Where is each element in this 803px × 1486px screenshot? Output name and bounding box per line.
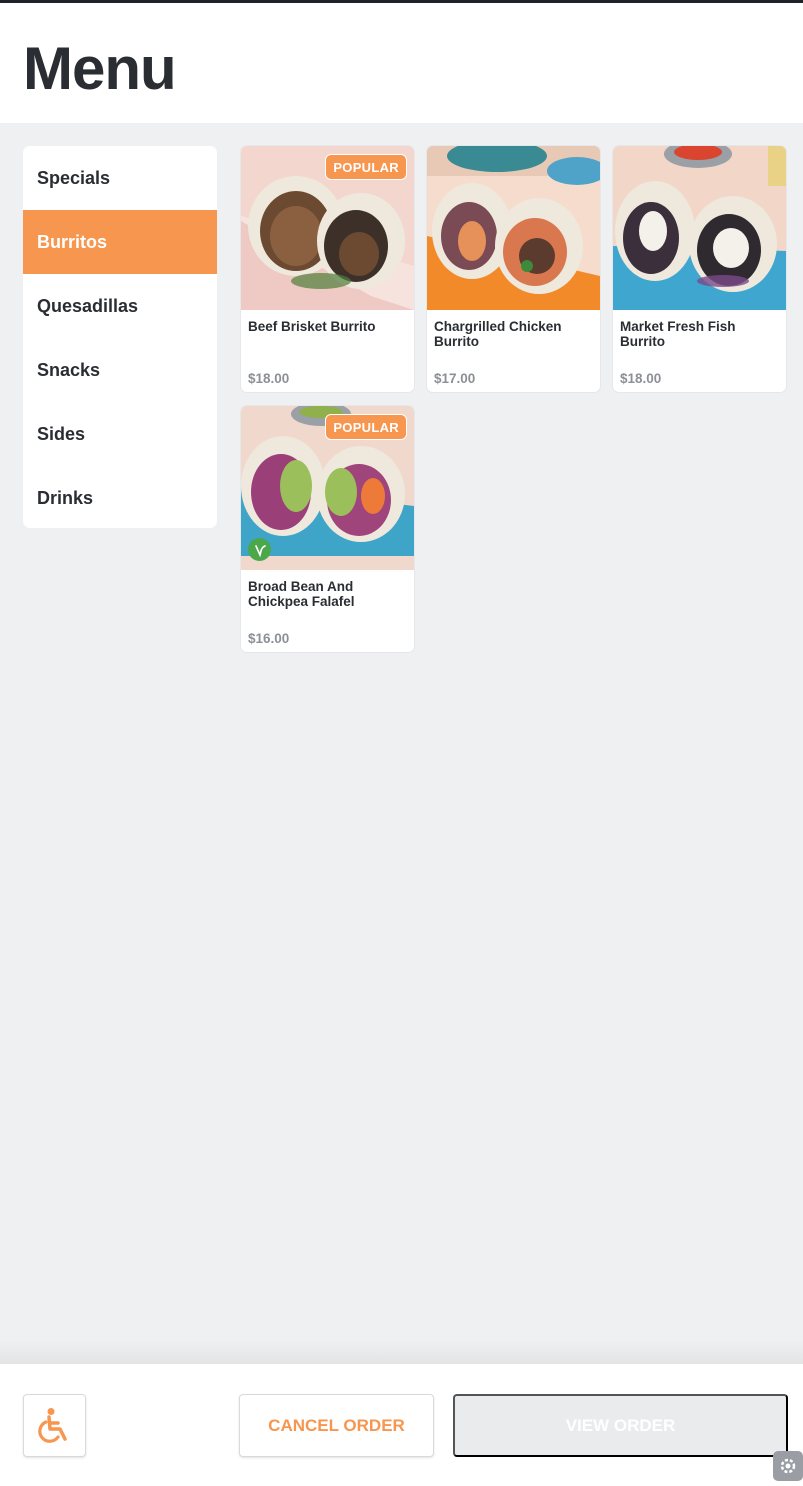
header: Menu [0, 3, 803, 123]
footer-bar: CANCEL ORDER VIEW ORDER [0, 1364, 803, 1486]
product-name: Beef Brisket Burrito [248, 319, 376, 334]
vegan-leaf-icon [248, 538, 271, 561]
product-card-falafel[interactable]: POPULAR Broad Bean And Chickpea Falafel … [241, 406, 414, 652]
product-price: $18.00 [248, 371, 290, 386]
product-name: Chargrilled Chicken Burrito [434, 319, 562, 349]
product-price: $16.00 [248, 631, 290, 646]
product-card-market-fresh-fish[interactable]: Market Fresh Fish Burrito $18.00 [613, 146, 786, 392]
category-drinks[interactable]: Drinks [23, 466, 217, 528]
cancel-order-button[interactable]: CANCEL ORDER [239, 1394, 434, 1457]
popular-badge: POPULAR [325, 414, 407, 440]
category-quesadillas[interactable]: Quesadillas [23, 274, 217, 338]
footer-shadow [0, 1340, 803, 1364]
product-price: $18.00 [620, 371, 662, 386]
product-price: $17.00 [434, 371, 476, 386]
category-sidebar: Specials Burritos Quesadillas Snacks Sid… [23, 146, 217, 528]
product-name: Market Fresh Fish Burrito [620, 319, 736, 349]
product-card-chargrilled-chicken[interactable]: Chargrilled Chicken Burrito $17.00 [427, 146, 600, 392]
accessibility-button[interactable] [23, 1394, 86, 1457]
category-snacks[interactable]: Snacks [23, 338, 217, 402]
popular-badge: POPULAR [325, 154, 407, 180]
category-burritos[interactable]: Burritos [23, 210, 217, 274]
page-title: Menu [23, 35, 177, 102]
product-card-beef-brisket[interactable]: POPULAR Beef Brisket Burrito $18.00 [241, 146, 414, 392]
product-name: Broad Bean And Chickpea Falafel [248, 579, 355, 609]
category-sides[interactable]: Sides [23, 402, 217, 466]
gear-icon [780, 1458, 796, 1474]
view-order-button[interactable]: VIEW ORDER [453, 1394, 788, 1457]
wheelchair-icon [37, 1407, 67, 1443]
settings-button[interactable] [773, 1451, 803, 1481]
category-specials[interactable]: Specials [23, 146, 217, 210]
product-image [427, 146, 600, 310]
product-image [613, 146, 786, 310]
